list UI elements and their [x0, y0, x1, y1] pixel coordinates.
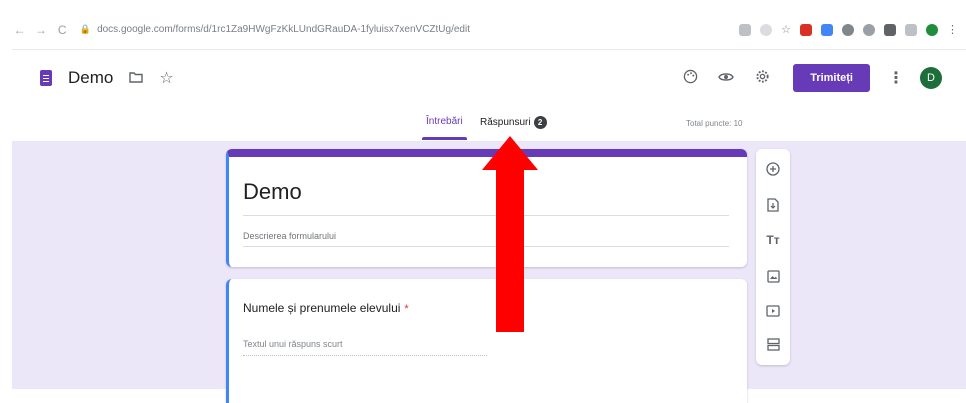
extension-icon[interactable] [926, 23, 938, 36]
back-icon[interactable]: ← [12, 22, 27, 38]
import-questions-icon[interactable] [756, 198, 790, 215]
total-points: Total puncte: 10 [686, 119, 743, 128]
browser-menu-icon[interactable]: ⋮ [947, 23, 958, 36]
browser-toolbar: ← → C 🔒 docs.google.com/forms/d/1rc1Za9H… [12, 10, 966, 50]
short-answer-placeholder: Textul unui răspuns scurt [243, 339, 343, 349]
preview-eye-icon[interactable] [717, 70, 735, 86]
more-options-icon[interactable]: ⋮ [888, 68, 904, 88]
url-text: docs.google.com/forms/d/1rc1Za9HWgFzKkLU… [97, 24, 470, 35]
tab-questions[interactable]: Întrebări [422, 116, 467, 140]
form-title[interactable]: Demo [243, 179, 302, 205]
question-title[interactable]: Numele și prenumele elevului * [243, 301, 409, 315]
add-question-icon[interactable] [756, 162, 790, 179]
send-button[interactable]: Trimiteți [793, 64, 870, 92]
form-description-field[interactable]: Descrierea formularului [243, 231, 336, 241]
extension-icon[interactable] [800, 23, 812, 36]
avatar[interactable]: D [920, 67, 942, 89]
response-count-badge: 2 [533, 116, 547, 129]
question-text: Numele și prenumele elevului [243, 301, 401, 315]
bookmark-star-icon[interactable]: ☆ [781, 23, 791, 36]
folder-icon[interactable] [129, 70, 144, 87]
forms-logo-icon[interactable] [40, 70, 52, 86]
document-title[interactable]: Demo [68, 68, 113, 88]
question-toolbar: Tт [756, 149, 790, 365]
extension-icon[interactable] [863, 23, 875, 36]
red-arrow-annotation [482, 136, 538, 332]
extension-icon[interactable] [905, 23, 917, 36]
settings-gear-icon[interactable] [753, 69, 771, 87]
reload-icon[interactable]: C [55, 22, 70, 38]
star-icon[interactable]: ☆ [159, 68, 173, 88]
extension-icons: ☆ ⋮ [739, 23, 966, 36]
add-video-icon[interactable] [756, 305, 790, 320]
add-section-icon[interactable] [756, 338, 790, 354]
tab-label: Întrebări [426, 116, 463, 127]
address-bar[interactable]: 🔒 docs.google.com/forms/d/1rc1Za9HWgFzKk… [80, 18, 739, 42]
active-tab-indicator [422, 137, 467, 140]
lock-icon: 🔒 [79, 24, 92, 34]
zoom-icon[interactable] [760, 23, 773, 36]
extension-icon[interactable] [884, 23, 896, 36]
required-marker: * [404, 303, 409, 315]
header-actions: Trimiteți ⋮ D [681, 64, 966, 92]
extension-icon[interactable] [821, 23, 833, 36]
tab-label: Răspunsuri [480, 117, 531, 129]
forward-icon[interactable]: → [33, 22, 48, 38]
answer-underline [243, 355, 487, 356]
add-title-text-icon[interactable]: Tт [756, 233, 790, 247]
extension-icon[interactable] [739, 23, 752, 36]
palette-icon[interactable] [681, 69, 699, 87]
app-header: Demo ☆ Trimiteți ⋮ D [12, 52, 966, 104]
tab-responses[interactable]: Răspunsuri 2 [480, 116, 547, 129]
add-image-icon[interactable] [756, 270, 790, 286]
extension-icon[interactable] [842, 23, 854, 36]
